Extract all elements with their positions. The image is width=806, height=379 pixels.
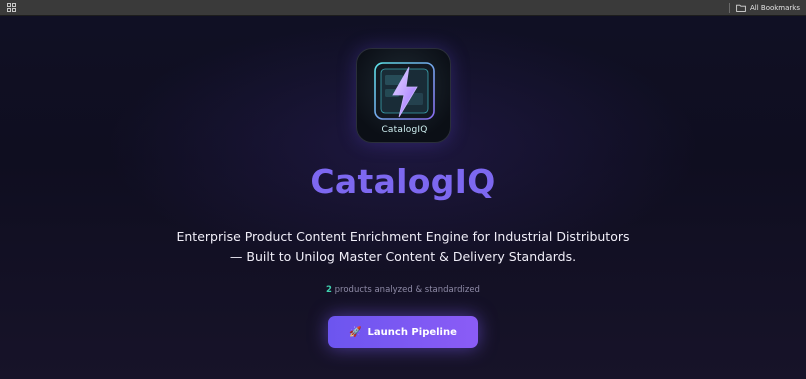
products-analyzed-stat: 2 products analyzed & standardized: [0, 285, 806, 295]
launch-pipeline-button[interactable]: 🚀 Launch Pipeline: [328, 316, 478, 348]
rocket-icon: 🚀: [349, 326, 362, 338]
tagline-line-1: Enterprise Product Content Enrichment En…: [176, 229, 630, 244]
hero-section: CatalogIQ CatalogIQ Enterprise Product C…: [0, 16, 806, 379]
apps-grid-icon[interactable]: [6, 3, 16, 13]
all-bookmarks-label: All Bookmarks: [749, 3, 800, 12]
all-bookmarks-button[interactable]: All Bookmarks: [736, 0, 800, 17]
logo-caption: CatalogIQ: [381, 125, 428, 135]
bookmarks-bar: All Bookmarks: [0, 0, 806, 16]
tagline-line-2: — Built to Unilog Master Content & Deliv…: [229, 249, 577, 264]
products-count-label: products analyzed & standardized: [331, 285, 480, 295]
launch-pipeline-label: Launch Pipeline: [367, 326, 457, 338]
app-logo: CatalogIQ: [356, 48, 451, 143]
page-title: CatalogIQ: [310, 162, 496, 201]
folder-icon: [736, 0, 746, 17]
bookmarks-divider: [728, 2, 730, 13]
